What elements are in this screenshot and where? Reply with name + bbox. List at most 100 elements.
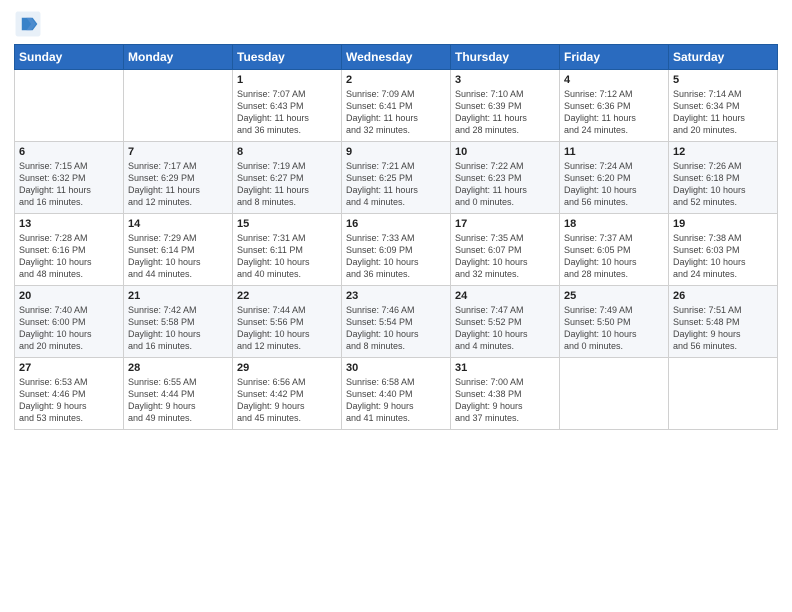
cell-content: Sunrise: 7:44 AM Sunset: 5:56 PM Dayligh…: [237, 304, 337, 353]
day-number: 18: [564, 218, 664, 230]
day-number: 20: [19, 290, 119, 302]
calendar-cell: 26 Sunrise: 7:51 AM Sunset: 5:48 PM Dayli…: [669, 286, 778, 358]
day-number: 10: [455, 146, 555, 158]
calendar-cell: 22 Sunrise: 7:44 AM Sunset: 5:56 PM Dayli…: [233, 286, 342, 358]
calendar-cell: 31 Sunrise: 7:00 AM Sunset: 4:38 PM Dayli…: [451, 358, 560, 430]
cell-content: Sunrise: 7:09 AM Sunset: 6:41 PM Dayligh…: [346, 88, 446, 137]
calendar-cell: 9 Sunrise: 7:21 AM Sunset: 6:25 PM Daylig…: [342, 142, 451, 214]
calendar-week-4: 20 Sunrise: 7:40 AM Sunset: 6:00 PM Dayli…: [15, 286, 778, 358]
cell-content: Sunrise: 7:17 AM Sunset: 6:29 PM Dayligh…: [128, 160, 228, 209]
day-number: 14: [128, 218, 228, 230]
cell-content: Sunrise: 7:00 AM Sunset: 4:38 PM Dayligh…: [455, 376, 555, 425]
cell-content: Sunrise: 6:56 AM Sunset: 4:42 PM Dayligh…: [237, 376, 337, 425]
cell-content: Sunrise: 7:35 AM Sunset: 6:07 PM Dayligh…: [455, 232, 555, 281]
cell-content: Sunrise: 6:55 AM Sunset: 4:44 PM Dayligh…: [128, 376, 228, 425]
cell-content: Sunrise: 7:07 AM Sunset: 6:43 PM Dayligh…: [237, 88, 337, 137]
calendar-cell: 5 Sunrise: 7:14 AM Sunset: 6:34 PM Daylig…: [669, 70, 778, 142]
cell-content: Sunrise: 7:15 AM Sunset: 6:32 PM Dayligh…: [19, 160, 119, 209]
header-row: [14, 10, 778, 38]
cell-content: Sunrise: 7:29 AM Sunset: 6:14 PM Dayligh…: [128, 232, 228, 281]
day-number: 25: [564, 290, 664, 302]
day-number: 29: [237, 362, 337, 374]
logo-icon: [14, 10, 42, 38]
calendar-cell: 14 Sunrise: 7:29 AM Sunset: 6:14 PM Dayli…: [124, 214, 233, 286]
day-number: 28: [128, 362, 228, 374]
calendar-cell: 20 Sunrise: 7:40 AM Sunset: 6:00 PM Dayli…: [15, 286, 124, 358]
header-day-friday: Friday: [560, 45, 669, 70]
header-day-saturday: Saturday: [669, 45, 778, 70]
calendar-cell: 10 Sunrise: 7:22 AM Sunset: 6:23 PM Dayli…: [451, 142, 560, 214]
calendar-cell: 16 Sunrise: 7:33 AM Sunset: 6:09 PM Dayli…: [342, 214, 451, 286]
day-number: 16: [346, 218, 446, 230]
calendar-cell: 13Sunrise: 7:28 AM Sunset: 6:16 PM Dayli…: [15, 214, 124, 286]
cell-content: Sunrise: 6:58 AM Sunset: 4:40 PM Dayligh…: [346, 376, 446, 425]
cell-content: Sunrise: 7:26 AM Sunset: 6:18 PM Dayligh…: [673, 160, 773, 209]
page-container: SundayMondayTuesdayWednesdayThursdayFrid…: [0, 0, 792, 438]
calendar-cell: 24 Sunrise: 7:47 AM Sunset: 5:52 PM Dayli…: [451, 286, 560, 358]
cell-content: Sunrise: 7:51 AM Sunset: 5:48 PM Dayligh…: [673, 304, 773, 353]
day-number: 8: [237, 146, 337, 158]
calendar-week-2: 6 Sunrise: 7:15 AM Sunset: 6:32 PM Daylig…: [15, 142, 778, 214]
day-number: 27: [19, 362, 119, 374]
cell-content: Sunrise: 7:33 AM Sunset: 6:09 PM Dayligh…: [346, 232, 446, 281]
cell-content: Sunrise: 7:49 AM Sunset: 5:50 PM Dayligh…: [564, 304, 664, 353]
day-number: 12: [673, 146, 773, 158]
day-number: 21: [128, 290, 228, 302]
day-number: 7: [128, 146, 228, 158]
day-number: 9: [346, 146, 446, 158]
calendar-cell: 4Sunrise: 7:12 AM Sunset: 6:36 PM Daylig…: [560, 70, 669, 142]
cell-content: Sunrise: 7:14 AM Sunset: 6:34 PM Dayligh…: [673, 88, 773, 137]
calendar-week-1: 1 Sunrise: 7:07 AM Sunset: 6:43 PM Daylig…: [15, 70, 778, 142]
calendar-cell: 28 Sunrise: 6:55 AM Sunset: 4:44 PM Dayli…: [124, 358, 233, 430]
calendar-cell: [124, 70, 233, 142]
day-number: 2: [346, 74, 446, 86]
calendar-cell: 25 Sunrise: 7:49 AM Sunset: 5:50 PM Dayli…: [560, 286, 669, 358]
day-number: 30: [346, 362, 446, 374]
calendar-cell: 11 Sunrise: 7:24 AM Sunset: 6:20 PM Dayli…: [560, 142, 669, 214]
calendar-cell: 12 Sunrise: 7:26 AM Sunset: 6:18 PM Dayli…: [669, 142, 778, 214]
cell-content: Sunrise: 7:10 AM Sunset: 6:39 PM Dayligh…: [455, 88, 555, 137]
cell-content: Sunrise: 7:28 AM Sunset: 6:16 PM Dayligh…: [19, 232, 119, 281]
cell-content: Sunrise: 7:12 AM Sunset: 6:36 PM Dayligh…: [564, 88, 664, 137]
calendar-cell: 23Sunrise: 7:46 AM Sunset: 5:54 PM Dayli…: [342, 286, 451, 358]
day-number: 31: [455, 362, 555, 374]
cell-content: Sunrise: 7:22 AM Sunset: 6:23 PM Dayligh…: [455, 160, 555, 209]
cell-content: Sunrise: 7:38 AM Sunset: 6:03 PM Dayligh…: [673, 232, 773, 281]
calendar-cell: [669, 358, 778, 430]
header-day-sunday: Sunday: [15, 45, 124, 70]
cell-content: Sunrise: 7:47 AM Sunset: 5:52 PM Dayligh…: [455, 304, 555, 353]
calendar-cell: 29 Sunrise: 6:56 AM Sunset: 4:42 PM Dayli…: [233, 358, 342, 430]
cell-content: Sunrise: 7:24 AM Sunset: 6:20 PM Dayligh…: [564, 160, 664, 209]
cell-content: Sunrise: 7:19 AM Sunset: 6:27 PM Dayligh…: [237, 160, 337, 209]
header-day-wednesday: Wednesday: [342, 45, 451, 70]
day-number: 3: [455, 74, 555, 86]
day-number: 15: [237, 218, 337, 230]
day-number: 6: [19, 146, 119, 158]
day-number: 5: [673, 74, 773, 86]
day-number: 19: [673, 218, 773, 230]
calendar-cell: 6 Sunrise: 7:15 AM Sunset: 6:32 PM Daylig…: [15, 142, 124, 214]
day-number: 24: [455, 290, 555, 302]
calendar-week-3: 13Sunrise: 7:28 AM Sunset: 6:16 PM Dayli…: [15, 214, 778, 286]
cell-content: Sunrise: 7:21 AM Sunset: 6:25 PM Dayligh…: [346, 160, 446, 209]
calendar-cell: 2 Sunrise: 7:09 AM Sunset: 6:41 PM Daylig…: [342, 70, 451, 142]
calendar-cell: [15, 70, 124, 142]
cell-content: Sunrise: 7:46 AM Sunset: 5:54 PM Dayligh…: [346, 304, 446, 353]
logo: [14, 10, 46, 38]
cell-content: Sunrise: 7:40 AM Sunset: 6:00 PM Dayligh…: [19, 304, 119, 353]
cell-content: Sunrise: 7:37 AM Sunset: 6:05 PM Dayligh…: [564, 232, 664, 281]
day-number: 1: [237, 74, 337, 86]
cell-content: Sunrise: 7:31 AM Sunset: 6:11 PM Dayligh…: [237, 232, 337, 281]
calendar-cell: 17 Sunrise: 7:35 AM Sunset: 6:07 PM Dayli…: [451, 214, 560, 286]
day-number: 11: [564, 146, 664, 158]
header-day-tuesday: Tuesday: [233, 45, 342, 70]
calendar-cell: 1 Sunrise: 7:07 AM Sunset: 6:43 PM Daylig…: [233, 70, 342, 142]
header-day-monday: Monday: [124, 45, 233, 70]
calendar-cell: [560, 358, 669, 430]
day-number: 22: [237, 290, 337, 302]
calendar-table: SundayMondayTuesdayWednesdayThursdayFrid…: [14, 44, 778, 430]
calendar-cell: 18 Sunrise: 7:37 AM Sunset: 6:05 PM Dayli…: [560, 214, 669, 286]
day-number: 26: [673, 290, 773, 302]
header-row-days: SundayMondayTuesdayWednesdayThursdayFrid…: [15, 45, 778, 70]
day-number: 17: [455, 218, 555, 230]
